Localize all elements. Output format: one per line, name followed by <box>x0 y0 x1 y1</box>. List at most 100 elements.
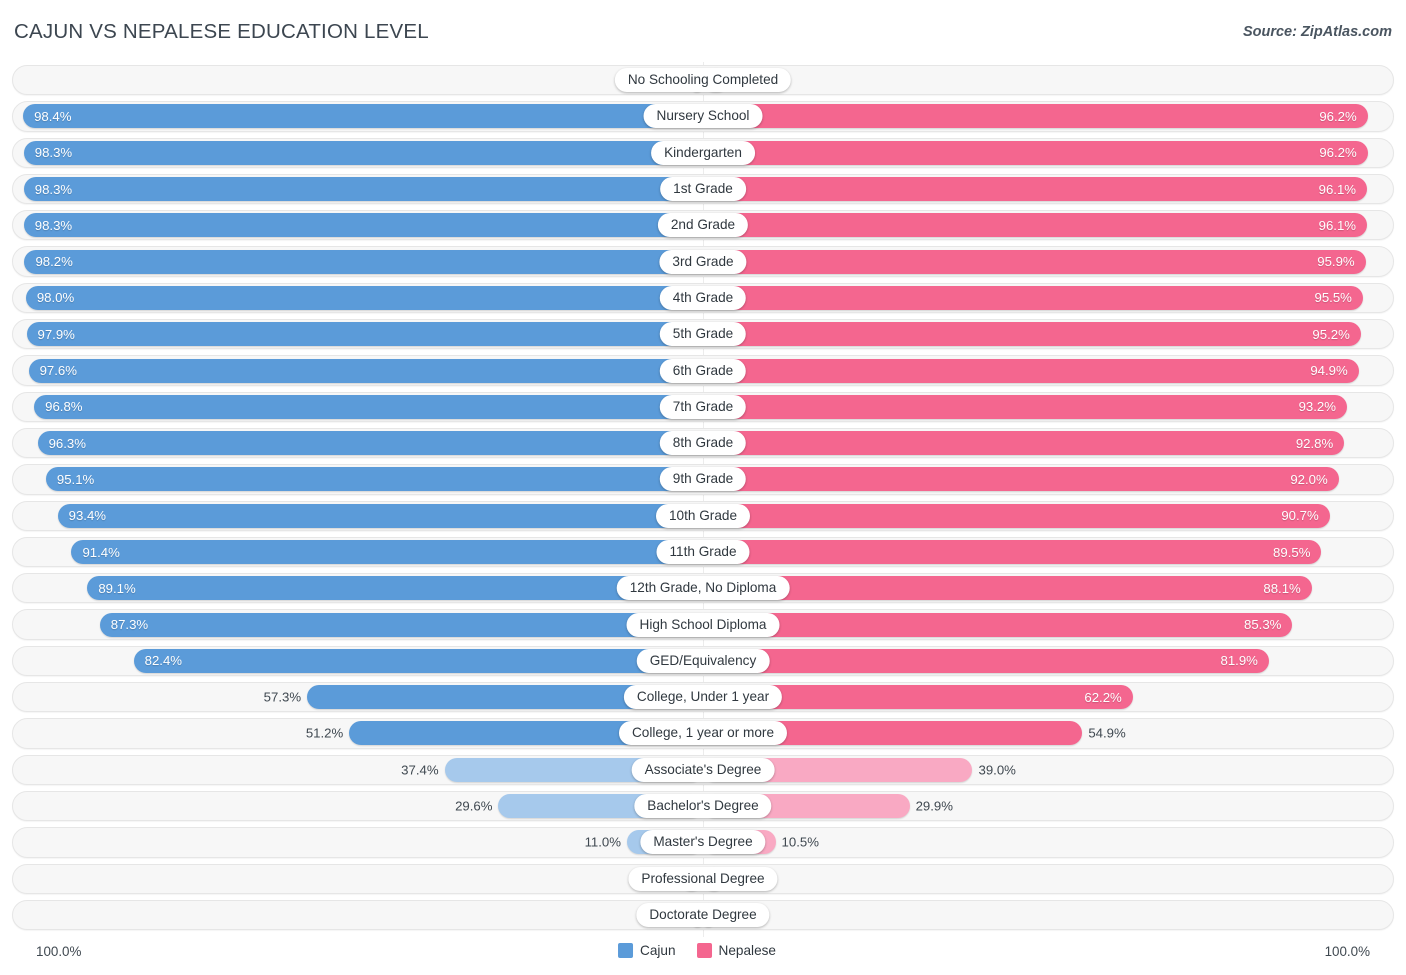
category-label: Bachelor's Degree <box>634 794 772 819</box>
cajun-bar[interactable]: 82.4% <box>133 648 703 673</box>
nepalese-bar[interactable]: 95.9% <box>703 249 1366 274</box>
nepalese-bar[interactable]: 94.9% <box>703 358 1359 383</box>
nepalese-bar[interactable]: 96.2% <box>703 104 1368 129</box>
nepalese-bar[interactable]: 95.2% <box>703 322 1361 347</box>
chart-row: 96.3% 92.8% 8th Grade <box>0 425 1406 461</box>
legend-item[interactable]: Cajun <box>618 943 676 958</box>
cajun-bar[interactable]: 98.3% <box>23 177 703 202</box>
chart-legend: Cajun Nepalese <box>618 943 788 958</box>
nepalese-bar[interactable]: 93.2% <box>703 394 1347 419</box>
nepalese-bar-wrap: 85.3% <box>703 606 1406 642</box>
cajun-bar[interactable]: 98.4% <box>23 104 703 129</box>
nepalese-bar-wrap: 95.5% <box>703 280 1406 316</box>
chart-page: CAJUN VS NEPALESE EDUCATION LEVEL Source… <box>0 0 1406 975</box>
nepalese-bar[interactable]: 89.5% <box>703 540 1322 564</box>
nepalese-bar[interactable]: 96.2% <box>703 140 1368 165</box>
nepalese-value-label: 96.1% <box>1318 181 1357 197</box>
chart-header: CAJUN VS NEPALESE EDUCATION LEVEL Source… <box>0 0 1406 62</box>
category-label: 11th Grade <box>656 540 750 564</box>
cajun-value-label: 97.9% <box>37 326 75 342</box>
nepalese-value-label: 88.1% <box>1263 580 1301 596</box>
chart-row: 98.3% 96.1% 1st Grade <box>0 171 1406 207</box>
cajun-bar-wrap: 1.7% <box>0 62 703 98</box>
chart-row: 93.4% 90.7% 10th Grade <box>0 498 1406 534</box>
legend-item[interactable]: Nepalese <box>696 943 776 958</box>
chart-row: 97.6% 94.9% 6th Grade <box>0 352 1406 388</box>
cajun-bar-wrap: 97.9% <box>0 316 703 352</box>
cajun-value-label: 29.6% <box>455 798 493 814</box>
nepalese-value-label: 62.2% <box>1084 689 1122 705</box>
chart-row: 11.0% 10.5% Master's Degree <box>0 824 1406 860</box>
category-label: Master's Degree <box>640 830 766 855</box>
nepalese-bar-wrap: 96.2% <box>703 98 1406 134</box>
category-label: 9th Grade <box>659 467 747 492</box>
category-label: 7th Grade <box>659 394 747 419</box>
nepalese-value-label: 85.3% <box>1244 617 1282 633</box>
cajun-bar-wrap: 3.4% <box>0 861 703 897</box>
cajun-bar-wrap: 98.0% <box>0 280 703 316</box>
chart-row: 89.1% 88.1% 12th Grade, No Diploma <box>0 570 1406 606</box>
chart-row: 97.9% 95.2% 5th Grade <box>0 316 1406 352</box>
nepalese-bar[interactable]: 85.3% <box>703 612 1293 637</box>
nepalese-value-label: 39.0% <box>978 762 1016 778</box>
nepalese-value-label: 29.9% <box>915 798 953 814</box>
cajun-bar-wrap: 1.5% <box>0 897 703 933</box>
nepalese-bar[interactable]: 92.0% <box>703 467 1339 492</box>
cajun-bar-wrap: 37.4% <box>0 752 703 788</box>
cajun-value-label: 93.4% <box>68 508 107 524</box>
cajun-bar[interactable]: 96.8% <box>34 394 703 419</box>
legend-label: Cajun <box>640 943 676 958</box>
cajun-bar[interactable]: 97.9% <box>26 322 703 347</box>
cajun-value-label: 97.6% <box>39 363 77 379</box>
nepalese-value-label: 94.9% <box>1310 363 1348 379</box>
cajun-bar-wrap: 87.3% <box>0 606 703 642</box>
cajun-bar[interactable]: 96.3% <box>37 431 703 456</box>
nepalese-bar-wrap: 39.0% <box>703 752 1406 788</box>
cajun-bar-wrap: 51.2% <box>0 715 703 751</box>
nepalese-bar[interactable]: 90.7% <box>703 503 1330 528</box>
page-title: CAJUN VS NEPALESE EDUCATION LEVEL <box>14 20 429 43</box>
cajun-bar[interactable]: 95.1% <box>45 467 703 492</box>
chart-row: 95.1% 92.0% 9th Grade <box>0 461 1406 497</box>
cajun-bar[interactable]: 98.2% <box>24 249 703 274</box>
cajun-value-label: 96.8% <box>45 399 83 415</box>
nepalese-bar[interactable]: 81.9% <box>703 648 1269 673</box>
nepalese-bar[interactable]: 96.1% <box>703 177 1368 202</box>
category-label: 8th Grade <box>659 431 747 456</box>
diverging-bar-chart: 1.7%3.8%No Schooling Completed 98.4% 96.2%… <box>0 62 1406 937</box>
chart-row: 96.8% 93.2% 7th Grade <box>0 389 1406 425</box>
category-label: College, 1 year or more <box>618 721 788 746</box>
nepalese-bar[interactable]: 95.5% <box>703 285 1363 310</box>
cajun-bar[interactable]: 98.3% <box>23 140 703 165</box>
cajun-value-label: 37.4% <box>401 762 439 778</box>
nepalese-value-label: 90.7% <box>1281 508 1319 524</box>
nepalese-value-label: 96.2% <box>1319 145 1357 161</box>
category-label: Professional Degree <box>628 866 778 891</box>
cajun-bar[interactable]: 87.3% <box>99 612 703 637</box>
nepalese-bar[interactable]: 92.8% <box>703 431 1345 456</box>
nepalese-bar[interactable]: 96.1% <box>703 213 1368 238</box>
nepalese-bar[interactable]: 88.1% <box>703 576 1312 601</box>
cajun-value-label: 98.0% <box>36 290 75 306</box>
source-attribution: Source: ZipAtlas.com <box>1242 24 1392 40</box>
legend-swatch-icon <box>696 943 712 958</box>
chart-footer: 100.0% Cajun Nepalese 100.0% <box>0 937 1406 975</box>
nepalese-value-label: 96.1% <box>1318 217 1357 233</box>
chart-row: 82.4% 81.9% GED/Equivalency <box>0 643 1406 679</box>
category-label: GED/Equivalency <box>636 648 770 673</box>
cajun-bar[interactable]: 91.4% <box>71 540 703 564</box>
cajun-bar[interactable]: 97.6% <box>28 358 703 383</box>
cajun-value-label: 95.1% <box>56 471 95 487</box>
cajun-value-label: 98.3% <box>34 217 73 233</box>
cajun-bar[interactable]: 98.0% <box>25 285 703 310</box>
cajun-bar[interactable]: 98.3% <box>23 213 703 238</box>
cajun-value-label: 51.2% <box>305 725 344 741</box>
cajun-bar-wrap: 98.4% <box>0 98 703 134</box>
cajun-bar[interactable]: 89.1% <box>87 576 703 601</box>
cajun-bar-wrap: 93.4% <box>0 498 703 534</box>
nepalese-bar-wrap: 96.1% <box>703 207 1406 243</box>
cajun-bar[interactable]: 93.4% <box>57 503 703 528</box>
nepalese-value-label: 92.8% <box>1295 435 1334 451</box>
nepalese-bar-wrap: 89.5% <box>703 534 1406 570</box>
nepalese-bar-wrap: 3.8% <box>703 62 1406 98</box>
